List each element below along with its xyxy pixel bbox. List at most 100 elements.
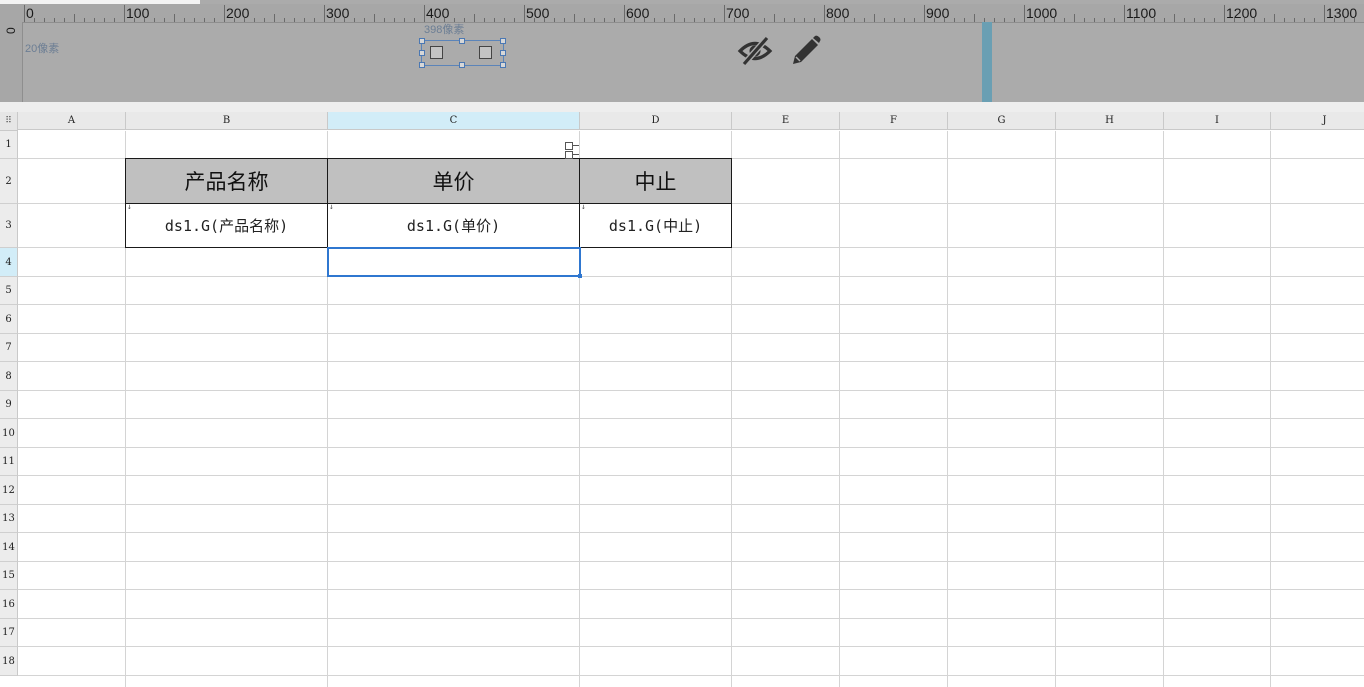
header-cell-unit-price[interactable]: 单价 bbox=[327, 158, 580, 204]
resize-handle[interactable] bbox=[419, 50, 425, 56]
column-header-g[interactable]: G bbox=[948, 112, 1056, 130]
ruler-minor-tick bbox=[44, 18, 45, 22]
row-header-16[interactable]: 16 bbox=[0, 590, 18, 619]
fill-handle[interactable] bbox=[578, 274, 582, 278]
column-header-b[interactable]: B bbox=[126, 112, 328, 130]
ruler-minor-tick bbox=[254, 18, 255, 22]
ruler-tick bbox=[1324, 5, 1325, 22]
checkbox-icon bbox=[565, 142, 573, 150]
ruler-minor-tick bbox=[184, 18, 185, 22]
ruler-minor-tick bbox=[804, 18, 805, 22]
ruler-minor-tick bbox=[484, 18, 485, 22]
gridline bbox=[18, 333, 1364, 334]
ruler-minor-tick bbox=[1344, 18, 1345, 22]
row-header-7[interactable]: 7 bbox=[0, 334, 18, 362]
row-header-3[interactable]: 3 bbox=[0, 204, 18, 248]
column-header-f[interactable]: F bbox=[840, 112, 948, 130]
ruler-minor-tick bbox=[164, 18, 165, 22]
row-header-2[interactable]: 2 bbox=[0, 159, 18, 204]
panel-splitter[interactable] bbox=[0, 102, 1364, 112]
ruler-tick bbox=[624, 5, 625, 22]
row-header-13[interactable]: 13 bbox=[0, 505, 18, 533]
ruler-minor-tick bbox=[174, 14, 175, 22]
parameter-panel[interactable]: 0 100 200 300 400 500 600 700 800 900 1000 1100 1200… bbox=[0, 0, 1364, 102]
row-header-14[interactable]: 14 bbox=[0, 533, 18, 562]
ruler-minor-tick bbox=[474, 14, 475, 22]
row-header-4[interactable]: 4 bbox=[0, 248, 18, 277]
parameter-widget[interactable] bbox=[419, 38, 506, 68]
ruler-minor-tick bbox=[84, 18, 85, 22]
row-header-15[interactable]: 15 bbox=[0, 562, 18, 590]
select-all-corner[interactable]: ⠿ bbox=[0, 112, 18, 131]
resize-handle[interactable] bbox=[500, 62, 506, 68]
header-cell-product-name[interactable]: 产品名称 bbox=[125, 158, 328, 204]
row-header-9[interactable]: 9 bbox=[0, 391, 18, 419]
ruler-tick bbox=[224, 5, 225, 22]
resize-handle[interactable] bbox=[500, 50, 506, 56]
gridline bbox=[18, 418, 1364, 419]
eye-slash-icon[interactable] bbox=[737, 34, 773, 68]
expand-down-icon: ↓ bbox=[127, 202, 132, 211]
panel-resize-divider[interactable] bbox=[982, 22, 992, 102]
widget-checkbox-left[interactable] bbox=[430, 46, 443, 59]
column-header-i[interactable]: I bbox=[1164, 112, 1271, 130]
ruler-minor-tick bbox=[244, 18, 245, 22]
ruler-minor-tick bbox=[904, 18, 905, 22]
ruler-minor-tick bbox=[1154, 18, 1155, 22]
ruler-label: 100 bbox=[126, 5, 150, 21]
column-header-a[interactable]: A bbox=[18, 112, 126, 130]
widget-checkbox-right[interactable] bbox=[479, 46, 492, 59]
header-cell-discontinued[interactable]: 中止 bbox=[579, 158, 732, 204]
ruler-minor-tick bbox=[94, 18, 95, 22]
row-header-11[interactable]: 11 bbox=[0, 448, 18, 476]
ruler-minor-tick bbox=[714, 18, 715, 22]
data-cell-unit-price[interactable]: ↓ ds1.G(单价) bbox=[327, 202, 580, 248]
column-header-e[interactable]: E bbox=[732, 112, 840, 130]
ruler-minor-tick bbox=[304, 18, 305, 22]
row-header-8[interactable]: 8 bbox=[0, 362, 18, 391]
ruler-minor-tick bbox=[554, 18, 555, 22]
column-header-d[interactable]: D bbox=[580, 112, 732, 130]
resize-handle[interactable] bbox=[500, 38, 506, 44]
ruler-minor-tick bbox=[144, 18, 145, 22]
ruler-minor-tick bbox=[1114, 18, 1115, 22]
column-header-j[interactable]: J bbox=[1271, 112, 1364, 130]
row-header-18[interactable]: 18 bbox=[0, 647, 18, 676]
data-cell-product-name[interactable]: ↓ ds1.G(产品名称) bbox=[125, 202, 328, 248]
ruler-tick bbox=[424, 5, 425, 22]
ruler-label: 1000 bbox=[1026, 5, 1058, 21]
row-header-5[interactable]: 5 bbox=[0, 277, 18, 305]
selected-cell-c4[interactable] bbox=[327, 247, 582, 278]
ruler-minor-tick bbox=[1184, 18, 1185, 22]
resize-handle[interactable] bbox=[459, 62, 465, 68]
row-header-10[interactable]: 10 bbox=[0, 419, 18, 448]
resize-handle[interactable] bbox=[419, 38, 425, 44]
ruler-label: 0 bbox=[26, 5, 34, 21]
data-cell-discontinued[interactable]: ↓ ds1.G(中止) bbox=[579, 202, 732, 248]
checkbox-icon bbox=[565, 151, 573, 159]
resize-handle[interactable] bbox=[419, 62, 425, 68]
ruler-minor-tick bbox=[694, 18, 695, 22]
row-header-17[interactable]: 17 bbox=[0, 619, 18, 647]
ruler-tick bbox=[524, 5, 525, 22]
cell-widget-icons[interactable] bbox=[565, 142, 579, 159]
ruler-minor-tick bbox=[354, 18, 355, 22]
ruler-minor-tick bbox=[934, 18, 935, 22]
ruler-minor-tick bbox=[614, 18, 615, 22]
gridline bbox=[1163, 131, 1164, 687]
spreadsheet-grid[interactable]: ⠿ A B C D E F G H I J 1 2 3 4 5 6 7 8 9 10 11 12 13 1… bbox=[0, 112, 1364, 687]
row-header-12[interactable]: 12 bbox=[0, 476, 18, 505]
ruler-minor-tick bbox=[1204, 18, 1205, 22]
ruler-minor-tick bbox=[514, 18, 515, 22]
resize-handle[interactable] bbox=[459, 38, 465, 44]
vertical-ruler-label: 0 bbox=[4, 27, 18, 34]
gridline bbox=[18, 675, 1364, 676]
ruler-minor-tick bbox=[764, 18, 765, 22]
ruler-minor-tick bbox=[394, 18, 395, 22]
column-header-h[interactable]: H bbox=[1056, 112, 1164, 130]
pencil-icon[interactable] bbox=[788, 34, 824, 68]
column-header-c[interactable]: C bbox=[328, 112, 580, 130]
ruler-tick bbox=[24, 5, 25, 22]
row-header-6[interactable]: 6 bbox=[0, 305, 18, 334]
row-header-1[interactable]: 1 bbox=[0, 131, 18, 159]
